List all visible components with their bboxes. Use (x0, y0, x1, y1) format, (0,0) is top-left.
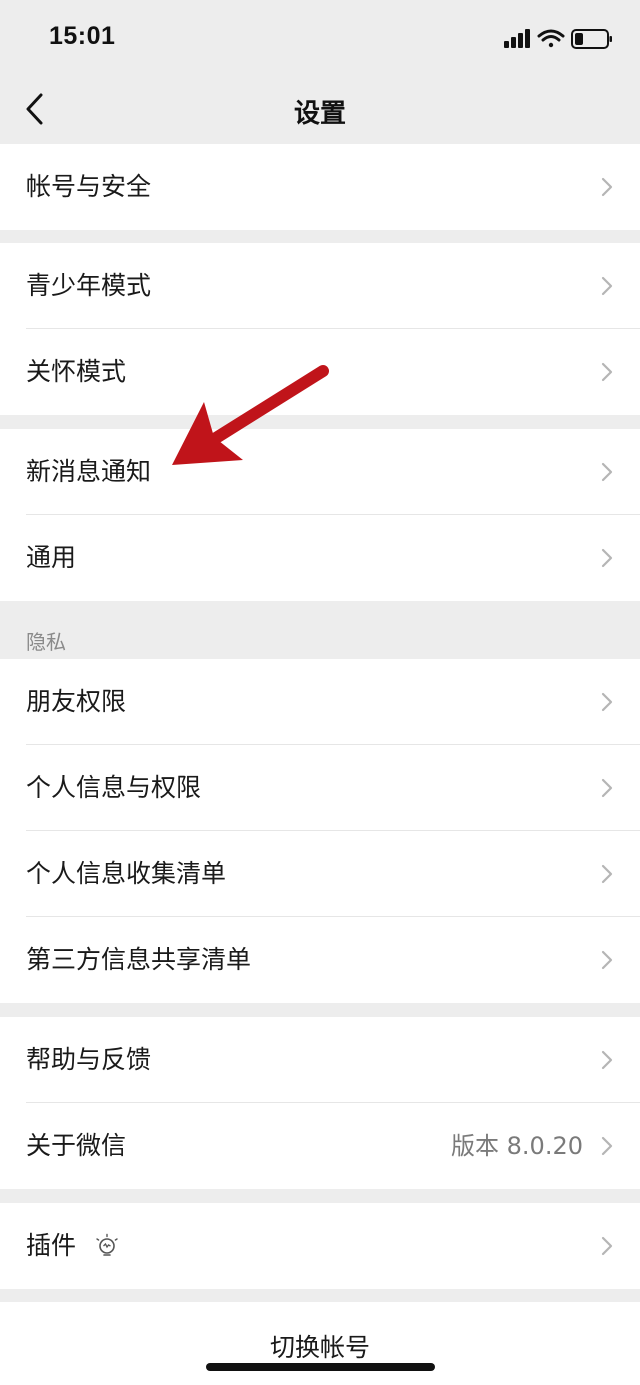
row-label: 第三方信息共享清单 (26, 945, 252, 974)
row-label: 关于微信 (26, 1131, 127, 1160)
settings-group-plugins: 插件 (0, 1203, 640, 1289)
lightbulb-icon (96, 1233, 118, 1256)
chevron-right-icon (601, 177, 613, 197)
chevron-right-icon (601, 362, 613, 382)
row-label: 个人信息与权限 (26, 773, 202, 802)
settings-group-modes: 青少年模式 关怀模式 (0, 243, 640, 415)
row-label: 朋友权限 (26, 687, 127, 716)
row-label: 插件 (26, 1231, 77, 1260)
settings-row-friend-permissions[interactable]: 朋友权限 (0, 659, 640, 745)
chevron-right-icon (601, 276, 613, 296)
row-label: 关怀模式 (26, 357, 127, 386)
settings-row-personal-info-collection-list[interactable]: 个人信息收集清单 (0, 831, 640, 917)
home-indicator (206, 1363, 435, 1371)
status-icons-svg (504, 29, 612, 49)
signal-icon (504, 29, 530, 48)
nav-bar: 设置 (0, 76, 640, 142)
settings-row-account-security[interactable]: 帐号与安全 (0, 144, 640, 230)
section-header-privacy: 隐私 (26, 630, 66, 654)
switch-account-label: 切换帐号 (269, 1333, 370, 1362)
battery-icon (571, 29, 612, 49)
wifi-icon (537, 29, 565, 48)
chevron-right-icon (601, 548, 613, 568)
status-time: 15:01 (49, 22, 116, 50)
settings-row-help-feedback[interactable]: 帮助与反馈 (0, 1017, 640, 1103)
chevron-right-icon (601, 692, 613, 712)
settings-row-care-mode[interactable]: 关怀模式 (0, 329, 640, 415)
chevron-right-icon (601, 950, 613, 970)
version-value: 版本 8.0.20 (451, 1132, 583, 1160)
settings-row-third-party-sharing-list[interactable]: 第三方信息共享清单 (0, 917, 640, 1003)
settings-row-plugins[interactable]: 插件 (0, 1203, 640, 1289)
switch-account-button[interactable]: 切换帐号 (0, 1302, 640, 1385)
settings-group-help-about: 帮助与反馈 关于微信 版本 8.0.20 (0, 1017, 640, 1189)
row-label: 新消息通知 (26, 457, 152, 486)
settings-row-personal-info-permissions[interactable]: 个人信息与权限 (0, 745, 640, 831)
chevron-right-icon (601, 1136, 613, 1156)
row-label: 个人信息收集清单 (26, 859, 227, 888)
settings-row-about-wechat[interactable]: 关于微信 版本 8.0.20 (0, 1103, 640, 1189)
settings-group-notifications: 新消息通知 通用 (0, 429, 640, 601)
chevron-right-icon (601, 1236, 613, 1256)
chevron-right-icon (601, 864, 613, 884)
settings-group-privacy: 朋友权限 个人信息与权限 个人信息收集清单 第三方信息共享清单 (0, 659, 640, 1003)
status-bar: 15:01 (0, 0, 640, 76)
settings-group-account: 帐号与安全 (0, 144, 640, 230)
settings-row-general[interactable]: 通用 (0, 515, 640, 601)
chevron-right-icon (601, 778, 613, 798)
chevron-right-icon (601, 1050, 613, 1070)
settings-row-new-message-notifications[interactable]: 新消息通知 (0, 429, 640, 515)
row-label: 通用 (26, 543, 77, 572)
row-label: 青少年模式 (26, 271, 152, 300)
page-title: 设置 (293, 99, 346, 129)
chevron-right-icon (601, 462, 613, 482)
settings-row-teen-mode[interactable]: 青少年模式 (0, 243, 640, 329)
status-icons (504, 27, 614, 51)
row-label: 帮助与反馈 (26, 1045, 152, 1074)
row-label: 帐号与安全 (26, 172, 152, 201)
